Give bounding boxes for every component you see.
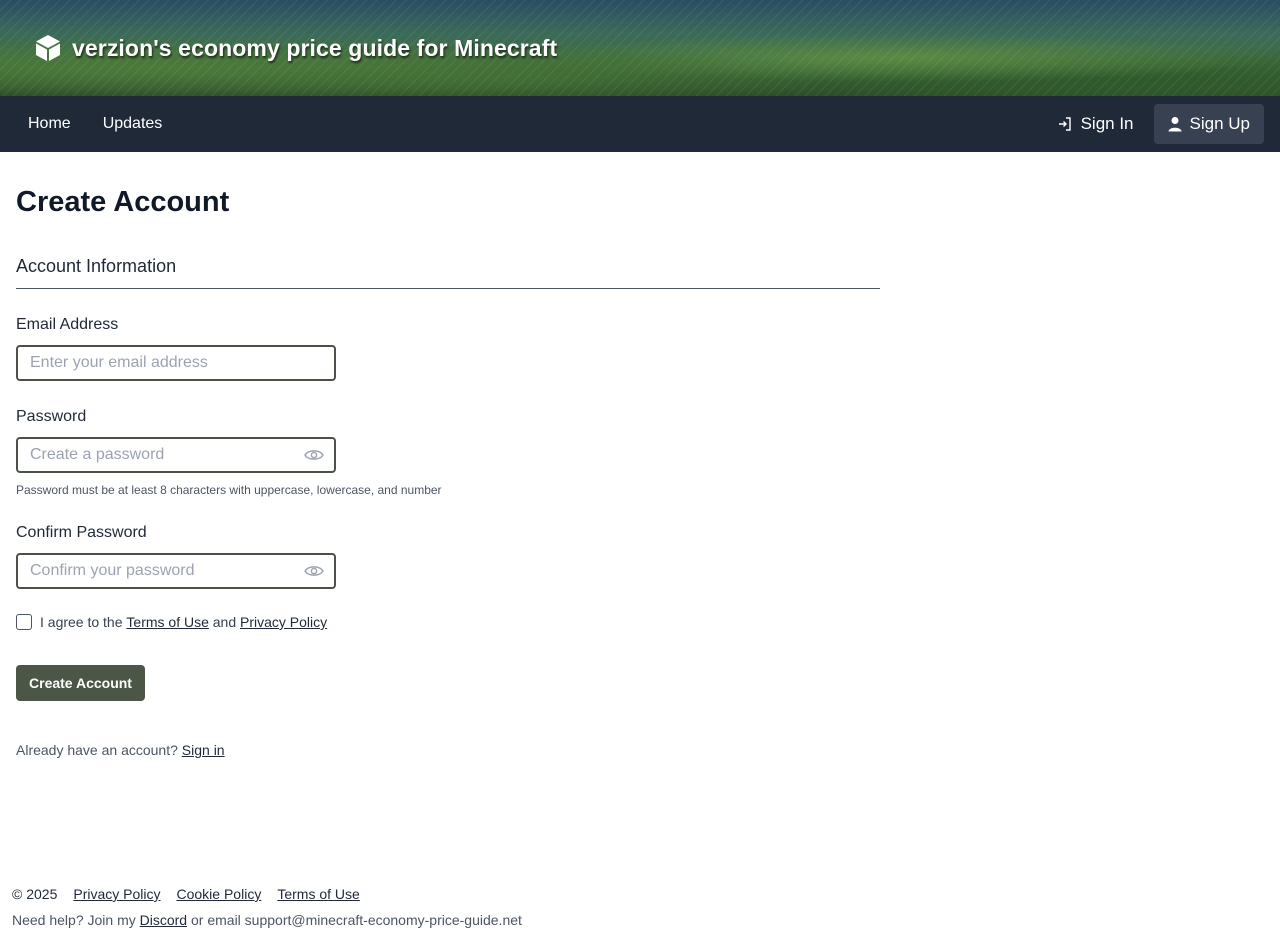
help-prefix: Need help? Join my xyxy=(12,912,136,928)
help-text: Need help? Join my Discord or email supp… xyxy=(12,912,1268,928)
help-suffix: or email support@minecraft-economy-price… xyxy=(191,912,522,928)
cube-icon xyxy=(36,35,60,61)
sign-in-icon xyxy=(1058,117,1071,131)
password-hint: Password must be at least 8 characters w… xyxy=(16,483,442,497)
privacy-link[interactable]: Privacy Policy xyxy=(240,614,327,630)
footer-privacy-link[interactable]: Privacy Policy xyxy=(73,886,160,902)
email-label: Email Address xyxy=(16,316,119,333)
user-icon xyxy=(1168,117,1182,132)
agree-prefix: I agree to the xyxy=(40,614,123,630)
password-field[interactable] xyxy=(18,439,334,471)
nav-updates[interactable]: Updates xyxy=(87,107,179,141)
sign-up-label: Sign Up xyxy=(1189,114,1250,133)
eye-icon[interactable] xyxy=(304,447,324,463)
discord-link[interactable]: Discord xyxy=(140,912,187,928)
eye-icon[interactable] xyxy=(304,563,324,579)
password-label: Password xyxy=(16,408,87,425)
password-field-wrap xyxy=(16,437,336,473)
create-account-button[interactable]: Create Account xyxy=(16,665,145,701)
footer-terms-link[interactable]: Terms of Use xyxy=(277,886,359,902)
page-title: Create Account xyxy=(16,186,230,218)
copyright: © 2025 xyxy=(12,886,58,902)
site-banner: verzion's economy price guide for Minecr… xyxy=(0,0,1280,96)
site-title-text: verzion's economy price guide for Minecr… xyxy=(72,34,558,61)
confirm-password-label: Confirm Password xyxy=(16,524,147,541)
confirm-password-field[interactable] xyxy=(18,555,334,587)
footer-cookie-link[interactable]: Cookie Policy xyxy=(177,886,262,902)
email-field[interactable] xyxy=(18,347,334,379)
site-title[interactable]: verzion's economy price guide for Minecr… xyxy=(34,32,557,64)
sign-up-button[interactable]: Sign Up xyxy=(1153,104,1264,144)
footer: © 2025 Privacy Policy Cookie Policy Term… xyxy=(12,886,1268,928)
already-have-account: Already have an account? Sign in xyxy=(16,742,225,758)
nav-home[interactable]: Home xyxy=(12,107,87,141)
sign-in-button[interactable]: Sign In xyxy=(1045,104,1146,144)
terms-agreement: I agree to the Terms of Use and Privacy … xyxy=(16,614,327,630)
terms-checkbox[interactable] xyxy=(16,614,32,630)
section-title: Account Information xyxy=(16,256,177,276)
terms-link[interactable]: Terms of Use xyxy=(126,614,208,630)
sign-in-label: Sign In xyxy=(1080,114,1134,133)
already-text: Already have an account? xyxy=(16,742,178,758)
email-field-wrap xyxy=(16,345,336,381)
section-divider xyxy=(16,288,880,289)
sign-in-link[interactable]: Sign in xyxy=(182,742,225,758)
agree-and: and xyxy=(212,614,237,630)
confirm-password-field-wrap xyxy=(16,553,336,589)
navbar: Home Updates Sign In Sign Up xyxy=(0,96,1280,152)
